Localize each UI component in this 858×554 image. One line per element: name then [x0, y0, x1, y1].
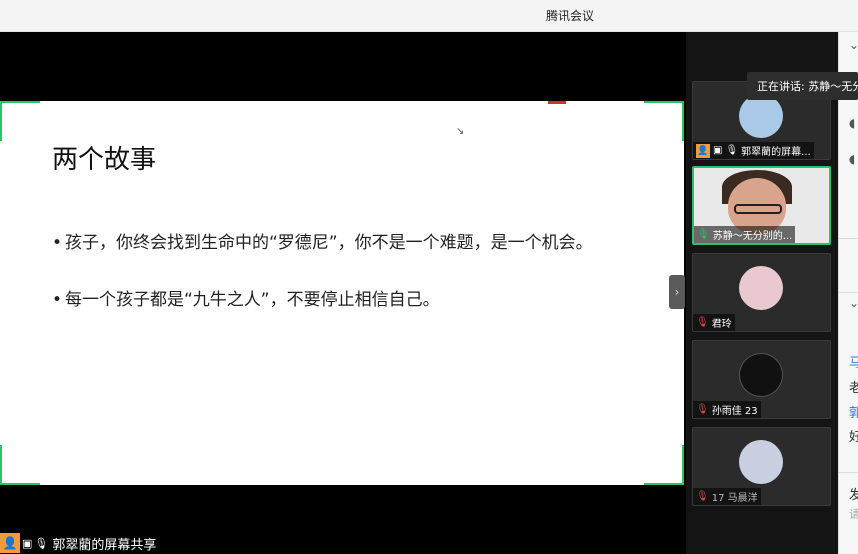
chat-panel: ⌄ ◖ ◖ ⌄ 马 老 郭 好 发 请: [838, 32, 858, 554]
chevron-down-icon[interactable]: ⌄: [849, 38, 858, 52]
window-title: 腾讯会议: [546, 9, 595, 23]
screen-share-icon: ▣: [22, 536, 33, 550]
mic-icon: 🎙: [34, 536, 49, 550]
slide-title: 两个故事: [52, 145, 157, 175]
mouse-cursor-icon: ↘: [456, 126, 465, 137]
participant-tile[interactable]: 🎙 君玲: [692, 253, 831, 332]
participant-name: 苏静～无分别的...: [712, 231, 793, 242]
participant-namebar: 🎙 孙雨佳 23: [693, 401, 761, 418]
slide-bullet: 每一个孩子都是“九牛之人”，不要停止相信自己。: [52, 290, 632, 311]
participant-gallery: 👤 ▣ 🎙 郭翠藺的屏幕... 🎙 苏静～无分别的... 🎙 君玲 🎙 孙雨佳 …: [686, 32, 838, 554]
host-person-icon: 👤: [0, 533, 20, 553]
participant-namebar: 🎙 苏静～无分别的...: [694, 226, 796, 243]
mic-muted-icon: 🎙: [696, 317, 709, 328]
avatar: [739, 353, 783, 397]
mic-icon: 🎙: [725, 145, 739, 156]
screen-share-icon: ▣: [713, 145, 723, 156]
chat-input-placeholder[interactable]: 请: [849, 506, 858, 522]
collapse-gallery-button[interactable]: ›: [669, 275, 685, 309]
share-frame-corner: [0, 101, 40, 141]
video-feed: [734, 204, 782, 214]
panel-divider: [839, 472, 858, 473]
share-frame-corner: [644, 101, 684, 141]
member-icon[interactable]: ◖: [849, 152, 855, 166]
participant-namebar: 👤 ▣ 🎙 郭翠藺的屏幕...: [693, 142, 814, 159]
chat-message-sender: 马: [849, 356, 858, 371]
slide-bullets: 孩子，你终会找到生命中的“罗德尼”，你不是一个难题，是一个机会。 每一个孩子都是…: [52, 233, 632, 347]
host-person-icon: 👤: [696, 143, 710, 158]
share-label-text: 郭翠藺的屏幕共享: [52, 537, 157, 553]
participant-namebar: 🎙 君玲: [693, 314, 735, 331]
participant-name: 君玲: [711, 319, 732, 330]
chat-message-text: 老: [849, 381, 858, 396]
chevron-right-icon: ›: [674, 285, 680, 299]
screen-share-label: 👤 ▣ 🎙 郭翠藺的屏幕共享: [0, 532, 156, 554]
participant-name: 17 马晨洋: [711, 493, 758, 504]
mic-muted-icon: 🎙: [696, 491, 709, 502]
send-label[interactable]: 发: [849, 484, 858, 503]
mic-active-icon: 🎙: [697, 229, 710, 240]
member-icon[interactable]: ◖: [849, 116, 855, 130]
chevron-down-icon[interactable]: ⌄: [849, 296, 858, 310]
presentation-slide: ↘ 两个故事 孩子，你终会找到生命中的“罗德尼”，你不是一个难题，是一个机会。 …: [0, 101, 684, 485]
participant-tile[interactable]: 🎙 孙雨佳 23: [692, 340, 831, 419]
chat-message-sender: 郭: [849, 406, 858, 421]
share-indicator: [548, 101, 566, 104]
chat-message-text: 好: [849, 430, 858, 445]
mic-muted-icon: 🎙: [696, 404, 709, 415]
avatar: [739, 440, 783, 484]
share-frame-corner: [644, 445, 684, 485]
participant-tile[interactable]: 🎙 17 马晨洋: [692, 427, 831, 506]
shared-screen-area: ↘ 两个故事 孩子，你终会找到生命中的“罗德尼”，你不是一个难题，是一个机会。 …: [0, 32, 686, 554]
participant-name: 孙雨佳 23: [711, 406, 758, 417]
panel-divider: [839, 292, 858, 293]
speaking-tooltip: 正在讲话: 苏静～无分别: [747, 72, 858, 100]
avatar: [739, 94, 783, 138]
participant-namebar: 🎙 17 马晨洋: [693, 488, 761, 505]
slide-bullet: 孩子，你终会找到生命中的“罗德尼”，你不是一个难题，是一个机会。: [52, 233, 632, 254]
title-bar: 腾讯会议: [0, 0, 858, 32]
participant-tile-speaking[interactable]: 🎙 苏静～无分别的...: [692, 166, 831, 245]
participant-name: 郭翠藺的屏幕...: [741, 147, 811, 158]
avatar: [739, 266, 783, 310]
panel-divider: [839, 238, 858, 239]
share-frame-corner: [0, 445, 40, 485]
